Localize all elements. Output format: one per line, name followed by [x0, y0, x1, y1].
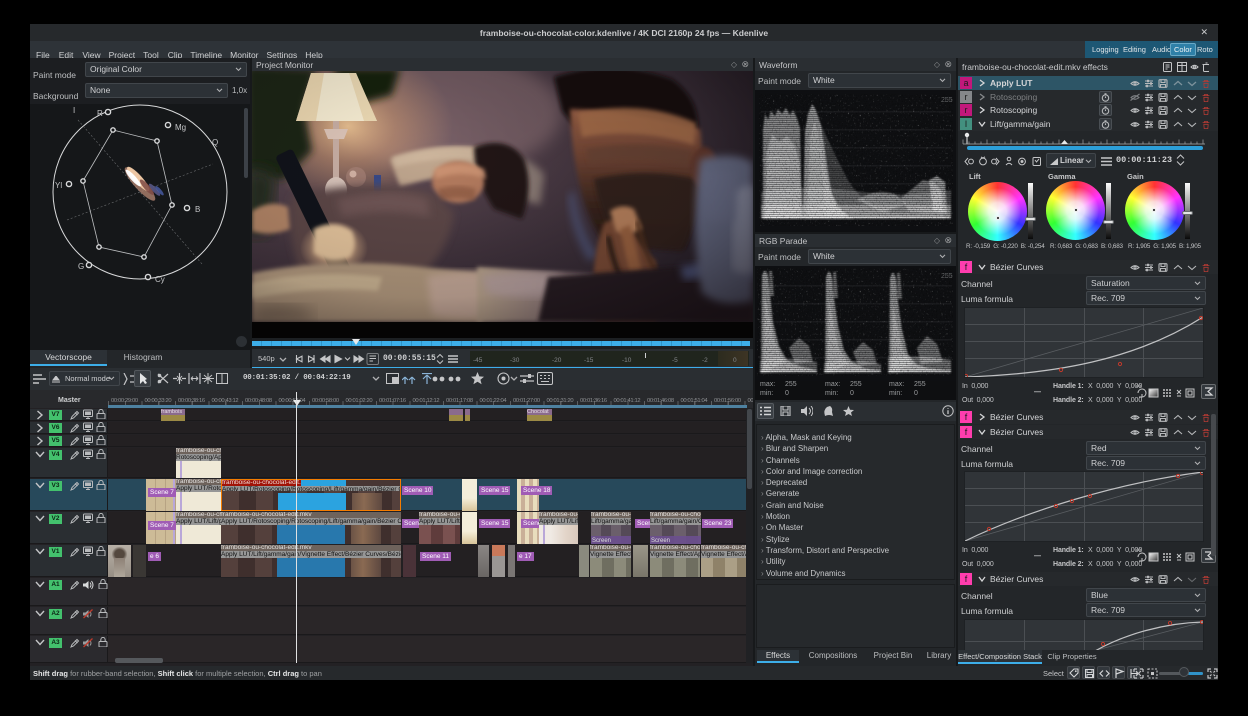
svg-text:B: B	[195, 205, 200, 214]
svg-text:R: R	[97, 109, 103, 118]
svg-text:Yl: Yl	[55, 181, 62, 190]
svg-text:I: I	[73, 106, 75, 115]
svg-text:Mg: Mg	[175, 123, 186, 132]
svg-text:Q: Q	[212, 138, 218, 147]
svg-text:Cy: Cy	[155, 275, 165, 284]
svg-text:G: G	[78, 262, 84, 271]
